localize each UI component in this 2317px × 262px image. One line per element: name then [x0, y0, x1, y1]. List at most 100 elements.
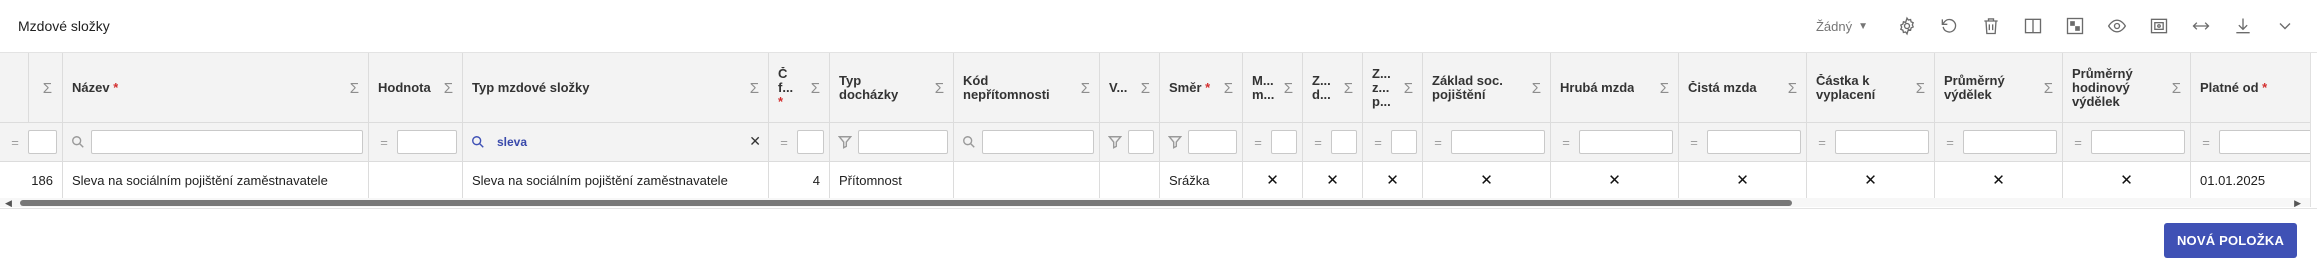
equals-icon[interactable]: =: [377, 135, 391, 150]
sigma-icon[interactable]: Σ: [1284, 80, 1293, 97]
filter-input-typ[interactable]: sleva ✕: [491, 130, 763, 154]
search-icon[interactable]: [962, 135, 976, 149]
equals-icon[interactable]: =: [1559, 135, 1573, 150]
filter-input-cf[interactable]: [797, 130, 824, 154]
new-item-button[interactable]: NOVÁ POLOŽKA: [2164, 223, 2297, 258]
filter-input-platne-od[interactable]: [2219, 130, 2312, 154]
sigma-icon[interactable]: Σ: [1660, 80, 1669, 97]
filter-input-cista[interactable]: [1707, 130, 1801, 154]
col-header-kod-nepritomnosti[interactable]: Kód nepřítomnosti Σ: [954, 53, 1100, 122]
sigma-icon[interactable]: Σ: [935, 80, 944, 97]
filter-input-dochazka[interactable]: [858, 130, 948, 154]
download-icon[interactable]: [2233, 16, 2253, 36]
search-icon[interactable]: [471, 135, 485, 149]
sigma-icon[interactable]: Σ: [2044, 80, 2053, 97]
sigma-icon[interactable]: Σ: [1532, 80, 1541, 97]
gear-icon[interactable]: [1897, 16, 1917, 36]
col-header-hruba-mzda[interactable]: Hrubá mzda Σ: [1551, 53, 1679, 122]
table-row[interactable]: 186 Sleva na sociálním pojištění zaměstn…: [0, 162, 2317, 199]
col-header-castka-k-vyplaceni[interactable]: Částka k vyplacení Σ: [1807, 53, 1935, 122]
col-header-hodnota[interactable]: Hodnota Σ: [369, 53, 463, 122]
filter-input-castka[interactable]: [1835, 130, 1929, 154]
equals-icon[interactable]: =: [777, 135, 791, 150]
equals-icon[interactable]: =: [1251, 135, 1265, 150]
eye-icon[interactable]: [2107, 16, 2127, 36]
filter-funnel-icon[interactable]: [838, 135, 852, 149]
col-header-typ-mzdove-slozky[interactable]: Typ mzdové složky Σ: [463, 53, 769, 122]
screen-icon[interactable]: [2149, 16, 2169, 36]
sigma-icon[interactable]: Σ: [1344, 80, 1353, 97]
undo-icon[interactable]: [1939, 16, 1959, 36]
filter-input-nazev[interactable]: [91, 130, 363, 154]
filter-input-prumerny[interactable]: [1963, 130, 2057, 154]
sigma-icon[interactable]: Σ: [444, 80, 453, 97]
scroll-right-icon[interactable]: ▶: [2294, 198, 2301, 207]
col-header-v[interactable]: V... Σ: [1100, 53, 1160, 122]
equals-icon[interactable]: =: [1815, 135, 1829, 150]
filter-input-smer[interactable]: [1188, 130, 1237, 154]
filter-input-kod[interactable]: [982, 130, 1094, 154]
col-header-typ-dochazky[interactable]: Typ docházky Σ: [830, 53, 954, 122]
filter-input-v[interactable]: [1128, 130, 1154, 154]
filter-input-zaklad[interactable]: [1451, 130, 1545, 154]
chevron-down-icon[interactable]: [2275, 16, 2295, 36]
equals-icon[interactable]: =: [1687, 135, 1701, 150]
col-header-zaklad-soc-pojisteni[interactable]: Základ soc. pojištění Σ: [1423, 53, 1551, 122]
filter-input-z-d[interactable]: [1331, 130, 1357, 154]
col-header-nazev[interactable]: Název * Σ: [63, 53, 369, 122]
col-header-smer[interactable]: Směr * Σ: [1160, 53, 1243, 122]
sigma-icon[interactable]: Σ: [750, 80, 759, 97]
grid-density-icon[interactable]: [2065, 16, 2085, 36]
filter-input-hruba[interactable]: [1579, 130, 1673, 154]
col-header-platne-od[interactable]: Platné od *: [2191, 53, 2317, 122]
equals-icon[interactable]: =: [1311, 135, 1325, 150]
equals-icon[interactable]: =: [2071, 135, 2085, 150]
filter-input-hodinovy[interactable]: [2091, 130, 2185, 154]
sigma-icon[interactable]: Σ: [1081, 80, 1090, 97]
equals-icon[interactable]: =: [2199, 135, 2213, 150]
filter-cell-hodnota: =: [369, 123, 463, 161]
sigma-icon[interactable]: Σ: [1916, 80, 1925, 97]
clear-filter-icon[interactable]: ✕: [749, 133, 761, 150]
col-header-cislo-f[interactable]: Č f... * Σ: [769, 53, 830, 122]
expand-width-icon[interactable]: [2191, 16, 2211, 36]
view-select[interactable]: Žádný ▼: [1816, 19, 1868, 34]
filter-input-z-z-p[interactable]: [1391, 130, 1417, 154]
sigma-icon[interactable]: Σ: [1224, 80, 1233, 97]
col-header-prumerny-vydelek[interactable]: Průměrný výdělek Σ: [1935, 53, 2063, 122]
vertical-scrollbar[interactable]: [2310, 53, 2317, 207]
panel-footer: NOVÁ POLOŽKA: [0, 208, 2317, 262]
sigma-icon[interactable]: Σ: [811, 80, 820, 97]
scrollbar-thumb[interactable]: [20, 200, 1792, 206]
delete-icon[interactable]: [1981, 16, 2001, 36]
equals-icon[interactable]: =: [1431, 135, 1445, 150]
sigma-icon[interactable]: Σ: [29, 53, 63, 122]
sigma-icon[interactable]: Σ: [1141, 80, 1150, 97]
col-header-z-d[interactable]: Z... d... Σ: [1303, 53, 1363, 122]
scroll-left-icon[interactable]: ◀: [5, 198, 12, 207]
filter-funnel-icon[interactable]: [1168, 135, 1182, 149]
col-header-m-m[interactable]: M... m... Σ: [1243, 53, 1303, 122]
sigma-icon[interactable]: Σ: [2172, 80, 2181, 97]
filter-input-id[interactable]: [28, 130, 57, 154]
col-header-prumerny-hodinovy-vydelek[interactable]: Průměrný hodinový výdělek Σ: [2063, 53, 2191, 122]
col-header-z-z-p[interactable]: Z... z... p... Σ: [1363, 53, 1423, 122]
filter-input-m-m[interactable]: [1271, 130, 1297, 154]
filter-cell-dochazka: [830, 123, 954, 161]
col-header-label: Směr: [1169, 80, 1202, 95]
search-icon[interactable]: [71, 135, 85, 149]
horizontal-scrollbar[interactable]: ◀ ▶: [0, 198, 2317, 207]
equals-icon[interactable]: =: [1943, 135, 1957, 150]
col-header-id[interactable]: Id: [0, 53, 29, 122]
columns-icon[interactable]: [2023, 16, 2043, 36]
sigma-icon[interactable]: Σ: [350, 80, 359, 97]
equals-icon[interactable]: =: [1371, 135, 1385, 150]
col-header-cista-mzda[interactable]: Čistá mzda Σ: [1679, 53, 1807, 122]
filter-input-hodnota[interactable]: [397, 130, 457, 154]
sigma-icon[interactable]: Σ: [1788, 80, 1797, 97]
sigma-icon[interactable]: Σ: [1404, 80, 1413, 97]
cell-typ-link[interactable]: Sleva na sociálním pojištění zaměstnavat…: [463, 162, 769, 198]
cell-nazev: Sleva na sociálním pojištění zaměstnavat…: [63, 162, 369, 198]
equals-icon[interactable]: =: [8, 135, 22, 150]
filter-funnel-icon[interactable]: [1108, 135, 1122, 149]
